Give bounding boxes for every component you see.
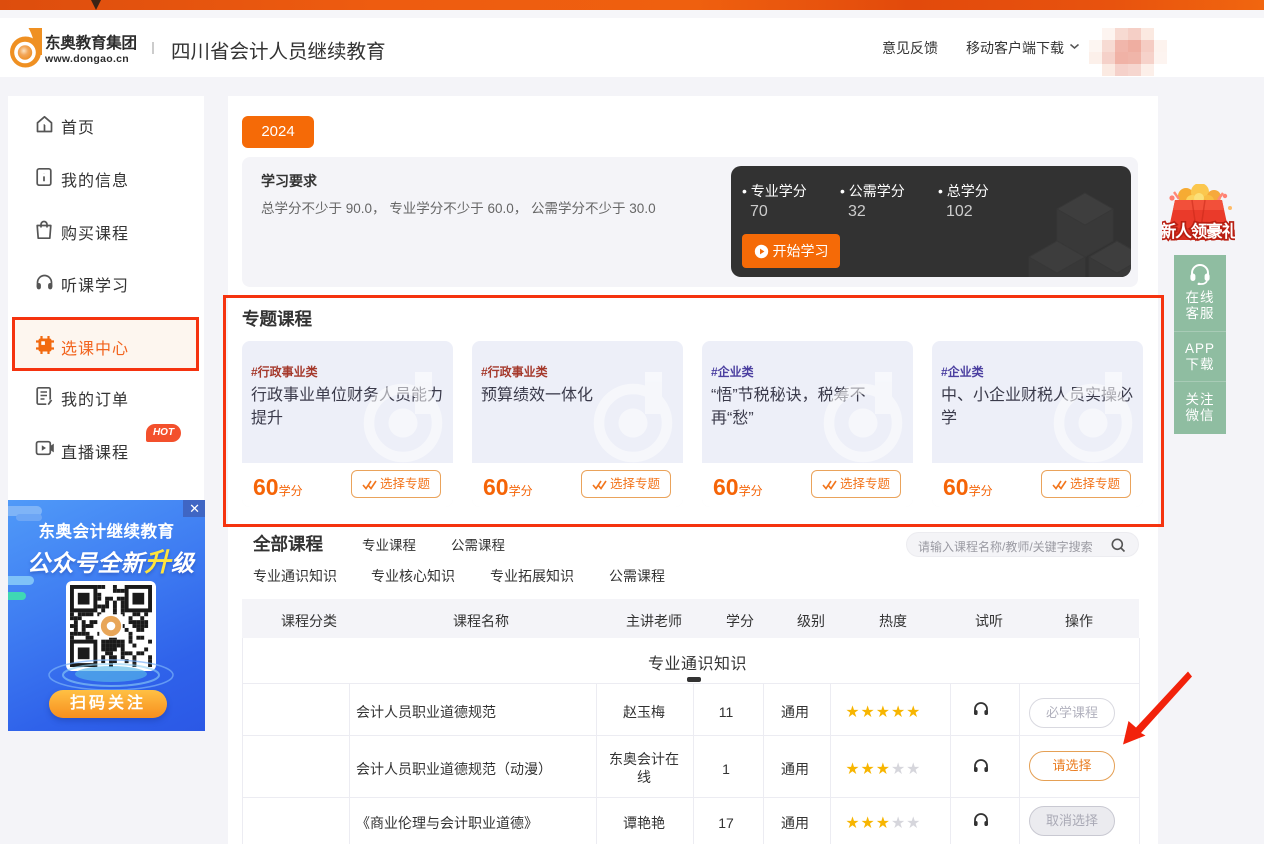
svg-text:新人领豪礼: 新人领豪礼: [1162, 221, 1235, 241]
svg-text:www.dongao.cn: www.dongao.cn: [44, 53, 129, 65]
svg-text:东奥教育集团: 东奥教育集团: [45, 33, 137, 52]
